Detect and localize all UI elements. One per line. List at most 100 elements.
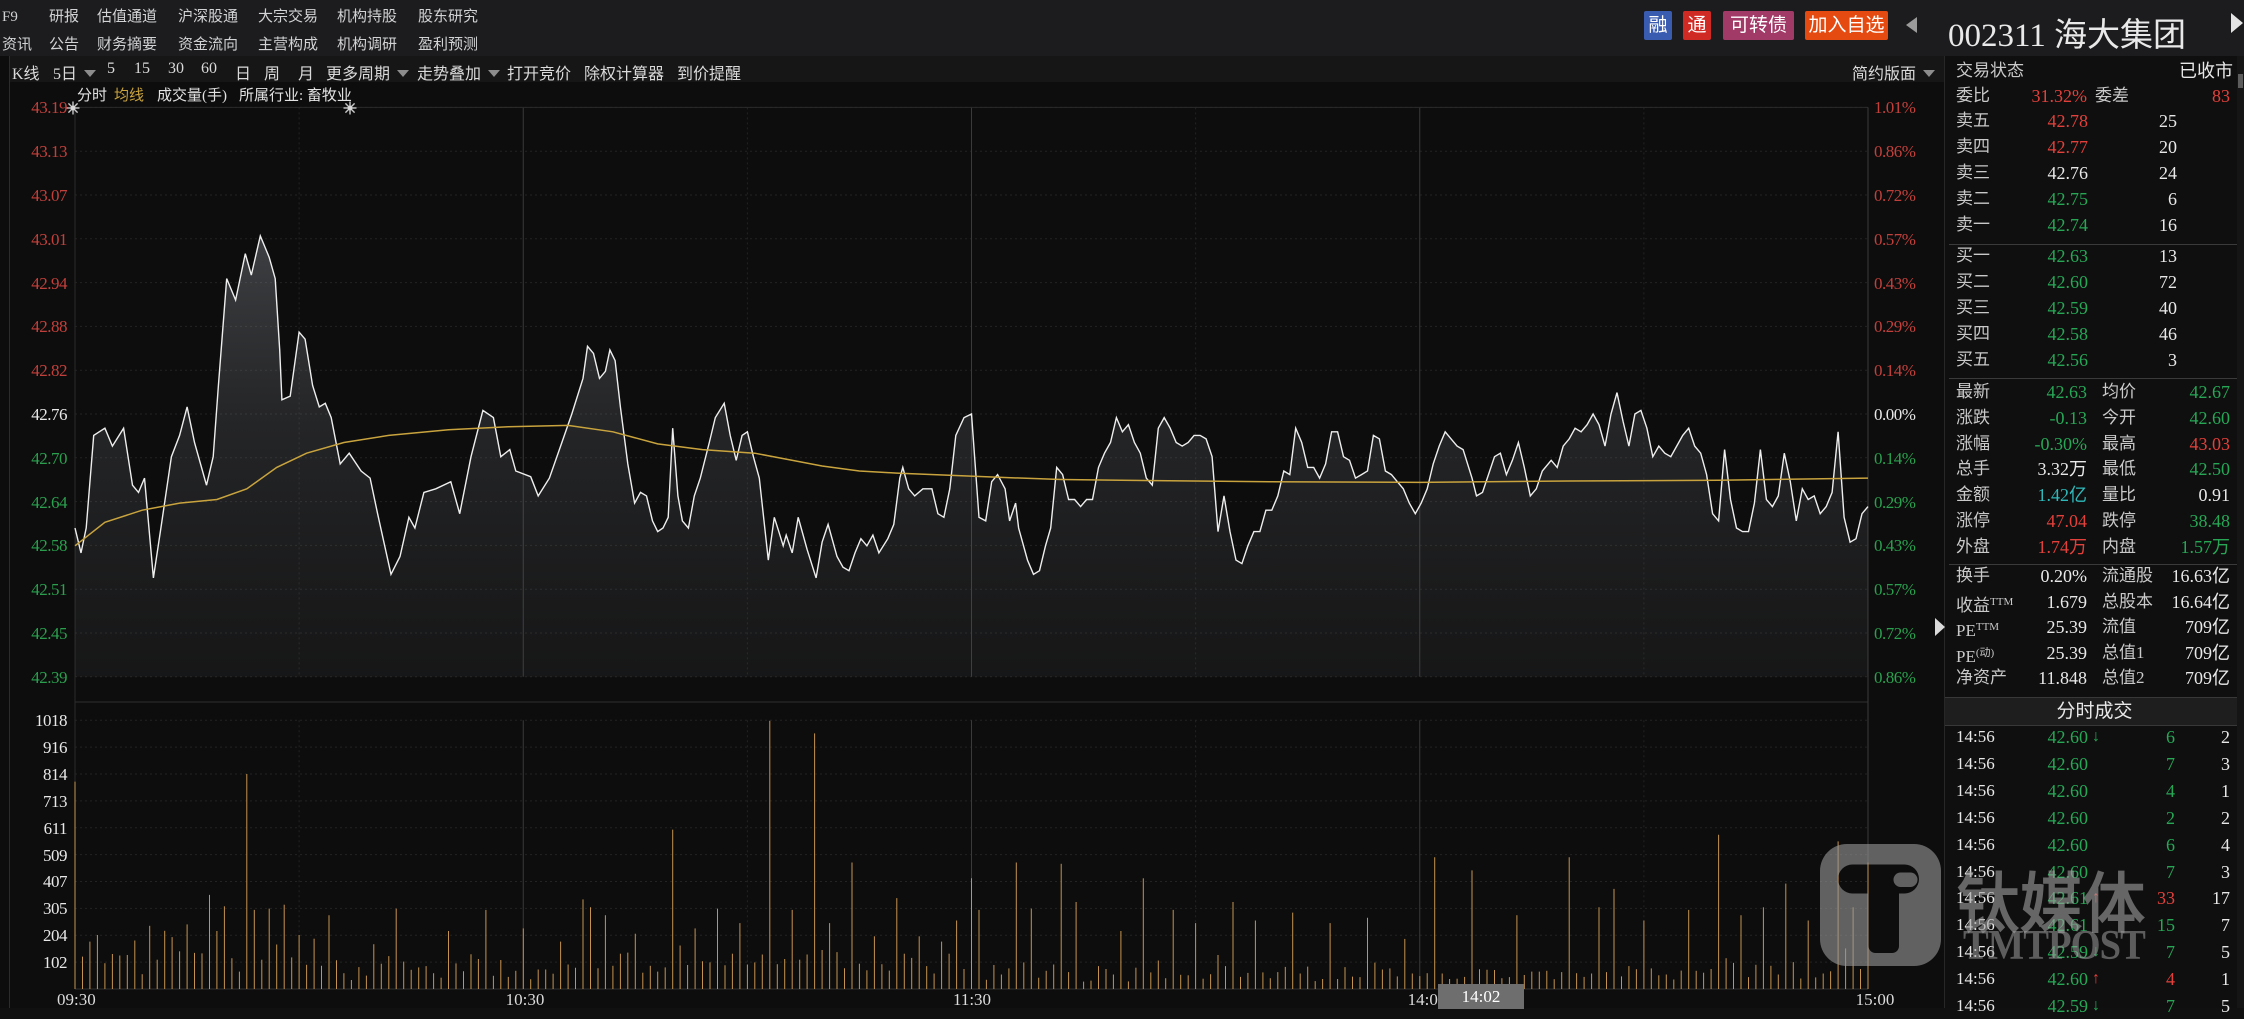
menu-item-公告[interactable]: 公告 — [49, 35, 79, 55]
detail-label: 金额 — [1956, 482, 1990, 508]
menu-item-大宗交易[interactable]: 大宗交易 — [258, 7, 318, 27]
tick-count: 2 — [2180, 805, 2230, 831]
detail-label: 最新 — [1956, 379, 1990, 405]
tick-volume: 6 — [2113, 832, 2175, 858]
ask-row-2[interactable]: 卖二42.756 — [1945, 186, 2244, 212]
arrow-up-icon: ↑ — [2092, 885, 2100, 911]
badge-通[interactable]: 通 — [1683, 11, 1711, 40]
tick-volume: 4 — [2113, 966, 2175, 992]
tick-row[interactable]: 14:5642.61157 — [1945, 912, 2244, 938]
bid-row-4[interactable]: 买四42.5846 — [1945, 321, 2244, 347]
tick-count: 3 — [2180, 859, 2230, 885]
tick-row[interactable]: 14:5642.61↑3317 — [1945, 885, 2244, 911]
volume-axis-label: 102 — [10, 954, 67, 971]
tick-row[interactable]: 14:5642.60↑41 — [1945, 966, 2244, 992]
ask-label: 卖四 — [1956, 134, 1990, 160]
pct-axis-label: 0.57% — [1874, 581, 1915, 598]
menu-item-资讯[interactable]: 资讯 — [2, 35, 32, 55]
tick-row[interactable]: 14:5642.6064 — [1945, 832, 2244, 858]
top-menu-bar: F9 研报估值通道 沪深股通大宗交易机构持股 股东研究 资讯公告财务摘要 资金流向主营构… — [0, 0, 2244, 56]
price-axis-label: 42.64 — [10, 494, 67, 511]
price-axis-label: 42.39 — [10, 669, 67, 686]
menu-item-股东研究[interactable]: 股东研究 — [418, 7, 478, 27]
badge-可转债[interactable]: 可转债 — [1723, 11, 1794, 40]
tick-row[interactable]: 14:5642.59↓75 — [1945, 939, 2244, 965]
menu-item-资金流向[interactable]: 资金流向 — [178, 35, 238, 55]
detail-row[interactable]: PETTM25.39流值709亿 — [1945, 614, 2244, 640]
bid-size: 46 — [2095, 321, 2177, 347]
menu-item-主营构成[interactable]: 主营构成 — [258, 35, 318, 55]
bid-label: 买二 — [1956, 269, 1990, 295]
menu-item-估值通道[interactable]: 估值通道 — [97, 7, 157, 27]
tick-volume: 15 — [2113, 912, 2175, 938]
volume-axis-label: 407 — [10, 873, 67, 890]
tick-row[interactable]: 14:5642.60↓62 — [1945, 724, 2244, 750]
panel-collapse-icon[interactable] — [1935, 618, 1945, 636]
bid-size: 40 — [2095, 295, 2177, 321]
menu-item-盈利预测[interactable]: 盈利预测 — [418, 35, 478, 55]
scrollbar-thumb[interactable] — [2238, 74, 2243, 88]
detail-label: 今开 — [2102, 405, 2136, 431]
trade-status-label: 交易状态 — [1956, 58, 2024, 84]
tick-price: 42.61 — [2003, 912, 2088, 938]
detail-row[interactable]: 收益TTM1.679总股本16.64亿 — [1945, 589, 2244, 615]
menu-item-沪深股通[interactable]: 沪深股通 — [178, 7, 238, 27]
pct-axis-label: 0.57% — [1874, 231, 1915, 248]
weicha-value: 83 — [2145, 83, 2230, 109]
bid-row-5[interactable]: 买五42.563 — [1945, 347, 2244, 373]
detail-row[interactable]: 外盘1.74万内盘1.57万 — [1945, 534, 2244, 560]
tick-count: 2 — [2180, 724, 2230, 750]
tick-time: 14:56 — [1956, 724, 1995, 750]
detail-row[interactable]: 总手3.32万最低42.50 — [1945, 456, 2244, 482]
ask-row-4[interactable]: 卖四42.7720 — [1945, 134, 2244, 160]
menu-item-研报[interactable]: 研报 — [49, 7, 79, 27]
menu-item-机构持股[interactable]: 机构持股 — [337, 7, 397, 27]
ask-row-5[interactable]: 卖五42.7825 — [1945, 108, 2244, 134]
menu-item-F9[interactable]: F9 — [2, 7, 18, 27]
detail-row[interactable]: 涨停47.04跌停38.48 — [1945, 508, 2244, 534]
pct-axis-label: 0.00% — [1874, 406, 1915, 423]
menu-item-财务摘要[interactable]: 财务摘要 — [97, 35, 157, 55]
detail-row[interactable]: 净资产11.848总值2709亿 — [1945, 665, 2244, 691]
pct-axis-label: 0.29% — [1874, 318, 1915, 335]
tick-count: 1 — [2180, 778, 2230, 804]
detail-row[interactable]: 换手0.20%流通股16.63亿 — [1945, 563, 2244, 589]
tick-time: 14:56 — [1956, 912, 1995, 938]
legend-均线[interactable]: 均线 — [114, 84, 144, 105]
detail-value: 1.679 — [2000, 589, 2087, 615]
chart-canvas[interactable] — [10, 56, 1941, 1008]
detail-value: 1.74万 — [2000, 534, 2087, 560]
legend-所属行业: 畜牧业[interactable]: 所属行业: 畜牧业 — [239, 84, 352, 105]
detail-row[interactable]: 涨跌-0.13今开42.60 — [1945, 405, 2244, 431]
prev-stock-icon[interactable] — [1906, 17, 1917, 33]
tick-time: 14:56 — [1956, 832, 1995, 858]
detail-row[interactable]: PE(动)25.39总值1709亿 — [1945, 640, 2244, 666]
detail-value: 709亿 — [2145, 640, 2230, 666]
bid-row-1[interactable]: 买一42.6313 — [1945, 243, 2244, 269]
intraday-chart[interactable]: 43.1943.1343.0743.0142.9442.8842.8242.76… — [9, 56, 1941, 1008]
bid-row-2[interactable]: 买二42.6072 — [1945, 269, 2244, 295]
menu-item-机构调研[interactable]: 机构调研 — [337, 35, 397, 55]
detail-row[interactable]: 金额1.42亿量比0.91 — [1945, 482, 2244, 508]
next-stock-icon[interactable] — [2231, 13, 2243, 33]
ask-price: 42.76 — [2003, 160, 2088, 186]
ask-row-1[interactable]: 卖一42.7416 — [1945, 212, 2244, 238]
weibi-row[interactable]: 委比31.32%委差83 — [1945, 83, 2244, 109]
trade-status-row[interactable]: 交易状态已收市 — [1945, 58, 2244, 84]
badge-加入自选[interactable]: 加入自选 — [1805, 11, 1888, 40]
tick-row[interactable]: 14:5642.6073 — [1945, 859, 2244, 885]
detail-row[interactable]: 涨幅-0.30%最高43.03 — [1945, 431, 2244, 457]
tick-row[interactable]: 14:5642.6041 — [1945, 778, 2244, 804]
stock-terminal-window: F9 研报估值通道 沪深股通大宗交易机构持股 股东研究 资讯公告财务摘要 资金流向主营构… — [0, 0, 2244, 1008]
legend-分时[interactable]: 分时 — [77, 84, 107, 105]
price-axis-label: 43.19 — [10, 99, 67, 116]
ask-row-3[interactable]: 卖三42.7624 — [1945, 160, 2244, 186]
tick-row[interactable]: 14:5642.59↓75 — [1945, 993, 2244, 1019]
tick-row[interactable]: 14:5642.6022 — [1945, 805, 2244, 831]
legend-成交量(手)[interactable]: 成交量(手) — [157, 84, 227, 105]
bid-row-3[interactable]: 买三42.5940 — [1945, 295, 2244, 321]
detail-row[interactable]: 最新42.63均价42.67 — [1945, 379, 2244, 405]
panel-scrollbar[interactable] — [2237, 56, 2244, 1008]
badge-融[interactable]: 融 — [1644, 11, 1672, 40]
tick-row[interactable]: 14:5642.6073 — [1945, 751, 2244, 777]
